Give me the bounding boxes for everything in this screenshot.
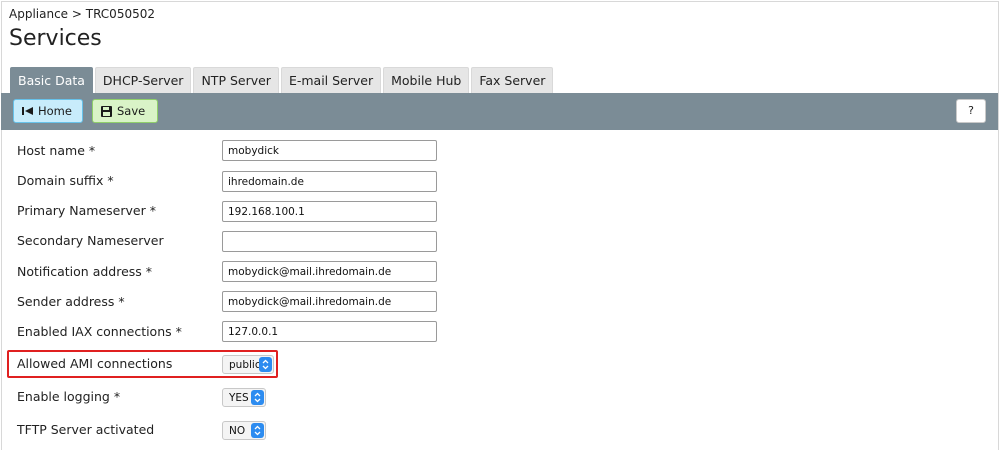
iax-connections-label: Enabled IAX connections *: [17, 323, 182, 339]
host-name-label: Host name *: [17, 142, 96, 158]
domain-suffix-field[interactable]: [222, 171, 437, 192]
help-button[interactable]: ?: [956, 99, 986, 123]
tftp-server-value: NO: [229, 424, 246, 437]
tftp-server-select[interactable]: NO: [222, 421, 266, 440]
tab-basic-data[interactable]: Basic Data: [10, 67, 93, 93]
tab-dhcp-server[interactable]: DHCP-Server: [94, 67, 192, 93]
ami-connections-select[interactable]: public: [222, 355, 274, 374]
floppy-disk-icon: [101, 105, 112, 117]
domain-suffix-label: Domain suffix *: [17, 172, 114, 188]
home-first-icon: [22, 106, 33, 116]
tab-email-server[interactable]: E-mail Server: [280, 67, 382, 93]
tab-fax-server[interactable]: Fax Server: [471, 67, 554, 93]
home-button-label: Home: [38, 104, 72, 118]
secondary-nameserver-field[interactable]: [222, 231, 437, 252]
ami-connections-label: Allowed AMI connections: [17, 355, 173, 371]
home-button[interactable]: Home: [13, 99, 83, 123]
host-name-field[interactable]: [222, 140, 437, 161]
notification-address-field[interactable]: [222, 261, 437, 282]
toolbar: Home Save ?: [1, 93, 998, 130]
tab-ntp-server[interactable]: NTP Server: [193, 67, 279, 93]
sender-address-field[interactable]: [222, 291, 437, 312]
tftp-server-label: TFTP Server activated: [17, 421, 155, 437]
save-button-label: Save: [117, 104, 146, 118]
tab-mobile-hub[interactable]: Mobile Hub: [383, 67, 470, 93]
primary-nameserver-field[interactable]: [222, 201, 437, 222]
save-button[interactable]: Save: [92, 99, 158, 123]
chevron-updown-icon: [251, 390, 264, 405]
enable-logging-select[interactable]: YES: [222, 388, 266, 407]
sender-address-label: Sender address *: [17, 293, 125, 309]
breadcrumb[interactable]: Appliance > TRC050502: [9, 7, 155, 21]
iax-connections-field[interactable]: [222, 321, 437, 342]
primary-nameserver-label: Primary Nameserver *: [17, 202, 156, 218]
chevron-updown-icon: [259, 357, 272, 372]
tab-bar: Basic Data DHCP-Server NTP Server E-mail…: [10, 67, 555, 93]
secondary-nameserver-label: Secondary Nameserver: [17, 232, 164, 248]
enable-logging-label: Enable logging *: [17, 388, 121, 404]
notification-address-label: Notification address *: [17, 263, 153, 279]
page-title: Services: [9, 26, 102, 51]
enable-logging-value: YES: [229, 391, 249, 404]
chevron-updown-icon: [251, 423, 264, 438]
ami-connections-value: public: [229, 358, 261, 371]
